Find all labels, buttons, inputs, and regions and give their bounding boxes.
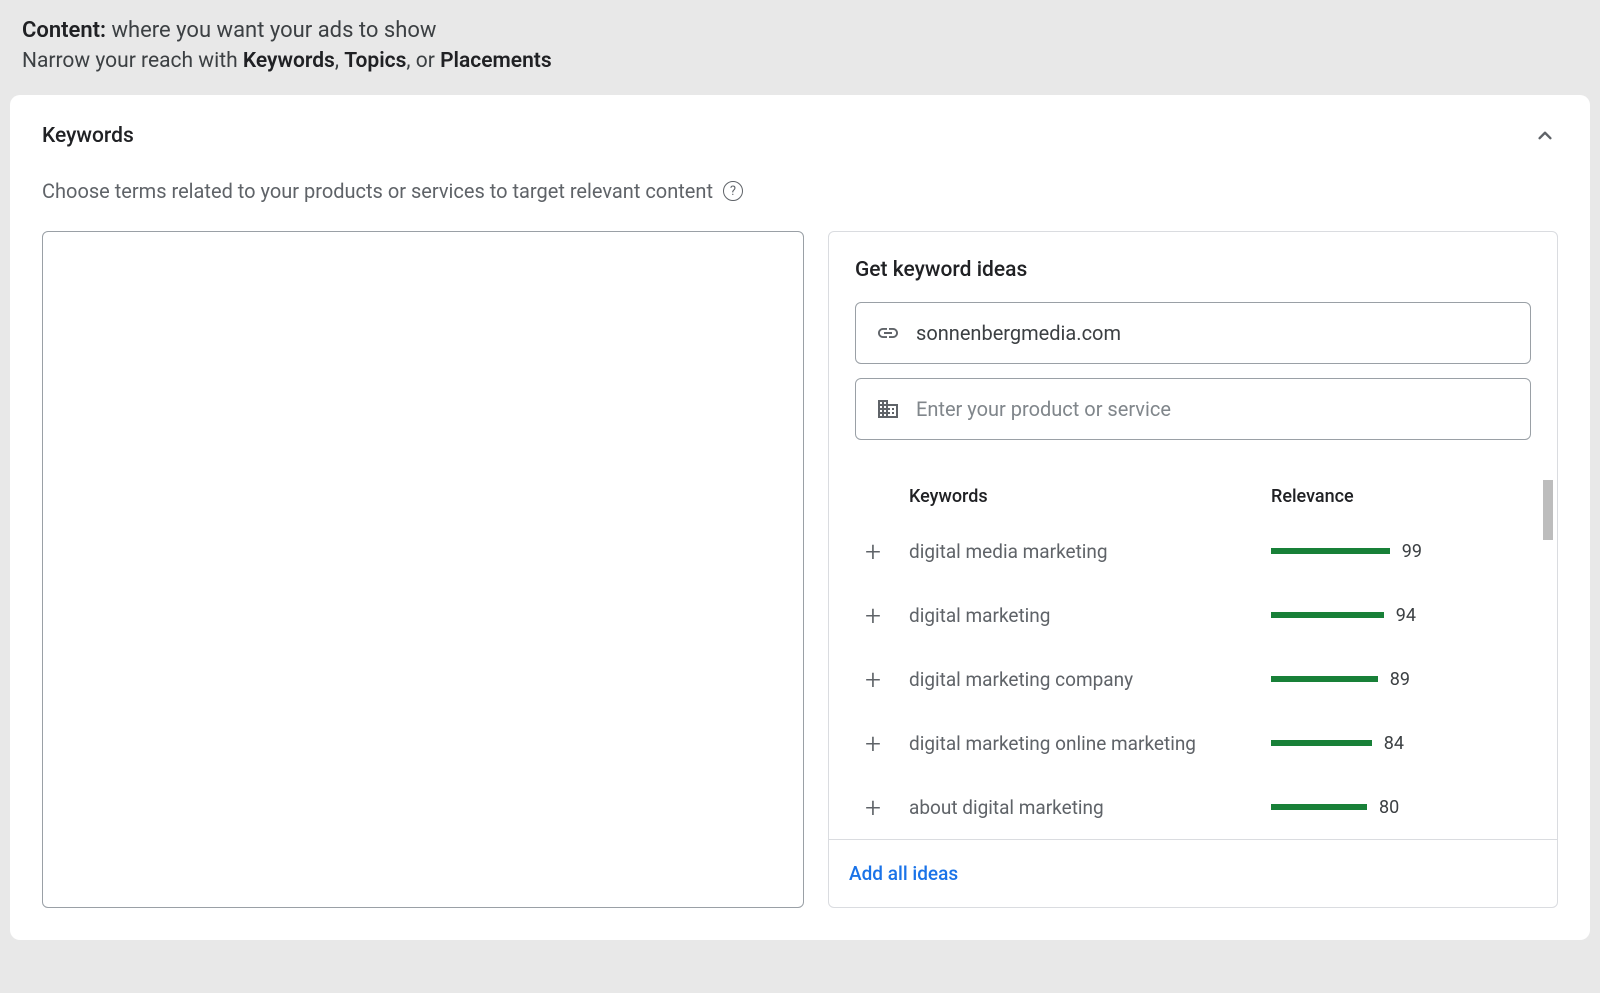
keyword-text: about digital marketing <box>909 796 1271 819</box>
keywords-textarea[interactable] <box>42 231 804 908</box>
relevance-value: 89 <box>1390 669 1410 690</box>
col-header-keywords: Keywords <box>855 486 1271 507</box>
ideas-title: Get keyword ideas <box>855 258 1531 282</box>
keyword-text: digital marketing <box>909 604 1271 627</box>
keyword-ideas-panel: Get keyword ideas Keywords <box>828 231 1558 908</box>
keywords-card: Keywords Choose terms related to your pr… <box>10 95 1590 940</box>
col-header-relevance: Relevance <box>1271 486 1531 507</box>
relevance-bar <box>1271 804 1367 810</box>
relevance-cell: 84 <box>1271 733 1531 754</box>
relevance-bar <box>1271 612 1384 618</box>
relevance-cell: 89 <box>1271 669 1531 690</box>
scrollbar-thumb[interactable] <box>1543 480 1553 540</box>
product-input-field[interactable] <box>855 378 1531 440</box>
relevance-value: 94 <box>1396 605 1416 626</box>
header-subtitle: Narrow your reach with Keywords, Topics,… <box>22 49 1578 73</box>
product-input[interactable] <box>916 397 1510 421</box>
add-keyword-button[interactable]: + <box>855 725 891 761</box>
header-title: Content: where you want your ads to show <box>22 18 1578 43</box>
table-row: + digital media marketing 99 <box>855 519 1531 583</box>
add-keyword-button[interactable]: + <box>855 789 891 825</box>
relevance-value: 84 <box>1384 733 1404 754</box>
add-keyword-button[interactable]: + <box>855 533 891 569</box>
add-keyword-button[interactable]: + <box>855 597 891 633</box>
table-row: + digital marketing company 89 <box>855 647 1531 711</box>
card-description: Choose terms related to your products or… <box>42 179 1558 203</box>
table-row: + digital marketing online marketing 84 <box>855 711 1531 775</box>
url-input[interactable] <box>916 321 1510 345</box>
add-all-ideas-link[interactable]: Add all ideas <box>849 862 958 885</box>
url-input-field[interactable] <box>855 302 1531 364</box>
card-header: Keywords <box>42 123 1558 149</box>
header-title-rest: where you want your ads to show <box>106 18 436 43</box>
table-row: + about digital marketing 80 <box>855 775 1531 839</box>
relevance-value: 80 <box>1379 797 1399 818</box>
keyword-text: digital marketing online marketing <box>909 732 1271 755</box>
ideas-header: Get keyword ideas <box>829 232 1557 472</box>
ideas-table-body: + digital media marketing 99 + digital marke… <box>829 519 1557 839</box>
add-keyword-button[interactable]: + <box>855 661 891 697</box>
relevance-bar <box>1271 548 1390 554</box>
business-icon <box>876 397 900 421</box>
card-title: Keywords <box>42 124 134 148</box>
link-icon <box>876 321 900 345</box>
keyword-text: digital media marketing <box>909 540 1271 563</box>
relevance-cell: 94 <box>1271 605 1531 626</box>
header-title-bold: Content: <box>22 18 106 43</box>
ideas-table: Keywords Relevance + digital media market… <box>829 472 1557 839</box>
relevance-cell: 80 <box>1271 797 1531 818</box>
chevron-up-icon <box>1532 123 1558 149</box>
content-row: Get keyword ideas Keywords <box>42 231 1558 908</box>
ideas-footer: Add all ideas <box>829 839 1557 907</box>
page-header: Content: where you want your ads to show… <box>0 0 1600 95</box>
relevance-bar <box>1271 740 1372 746</box>
help-icon[interactable]: ? <box>723 181 743 201</box>
table-header: Keywords Relevance <box>829 472 1557 519</box>
relevance-cell: 99 <box>1271 541 1531 562</box>
keyword-text: digital marketing company <box>909 668 1271 691</box>
relevance-value: 99 <box>1402 541 1422 562</box>
relevance-bar <box>1271 676 1378 682</box>
card-description-text: Choose terms related to your products or… <box>42 179 713 203</box>
collapse-toggle[interactable] <box>1532 123 1558 149</box>
table-row: + digital marketing 94 <box>855 583 1531 647</box>
